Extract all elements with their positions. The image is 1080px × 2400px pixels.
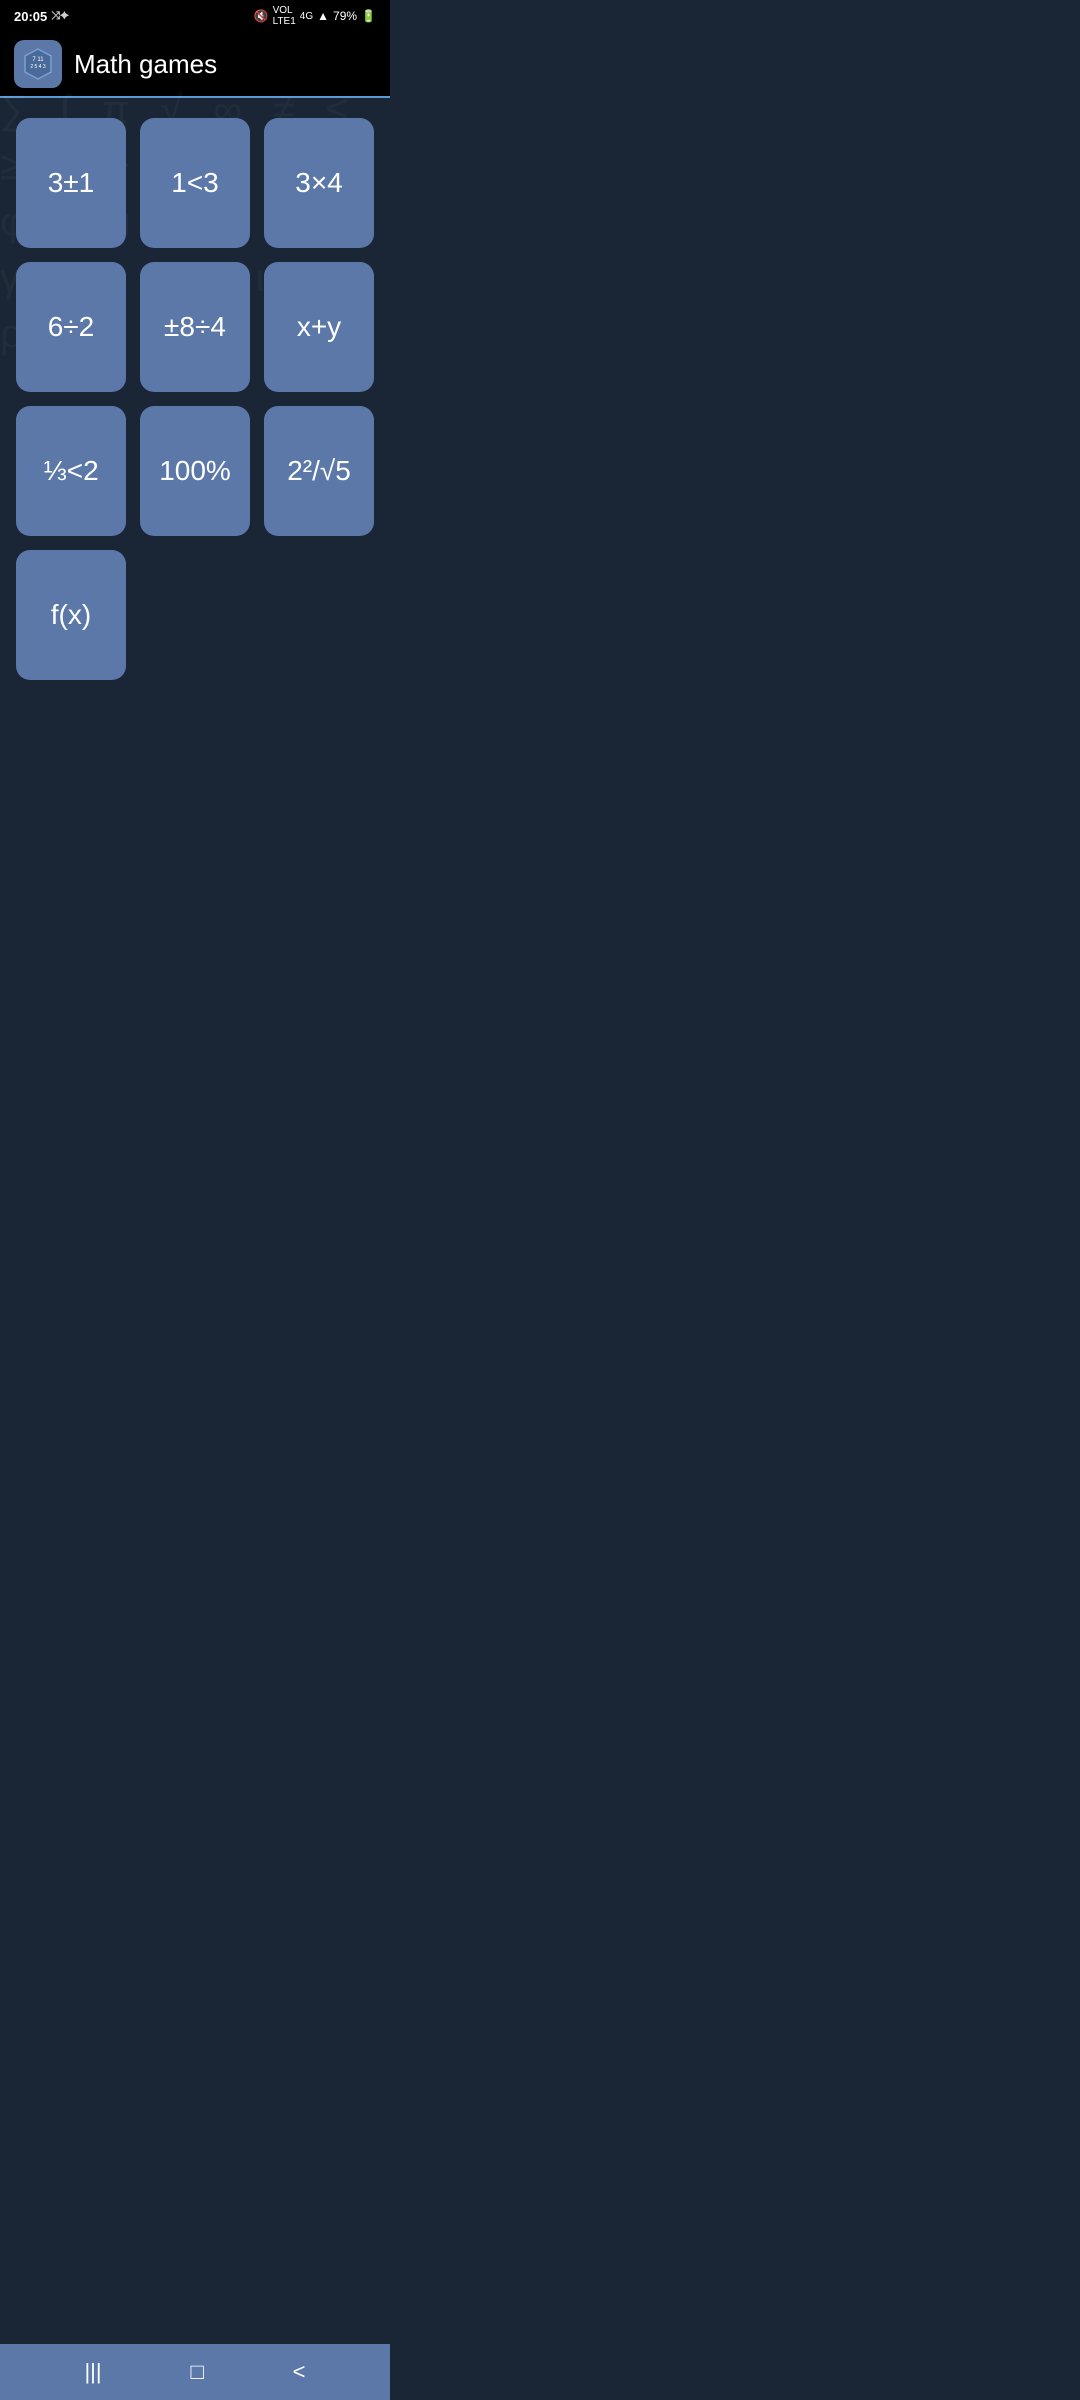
recent-apps-button[interactable]: |||	[64, 2351, 121, 2393]
time-display: 20:05	[14, 9, 47, 24]
signal-icons: ⤨✦	[51, 10, 69, 23]
nav-bar: ||| □ <	[0, 2344, 390, 2400]
status-bar: 20:05 ⤨✦ 🔇 VOLLTE1 4G ▲ 79% 🔋	[0, 0, 390, 32]
game-card-percent[interactable]: 100%	[140, 406, 250, 536]
battery-display: 79%	[333, 9, 357, 23]
game-card-plus-minus[interactable]: 3±1	[16, 118, 126, 248]
game-card-pm-divide[interactable]: ±8÷4	[140, 262, 250, 392]
game-card-function[interactable]: f(x)	[16, 550, 126, 680]
signal-4g: 4G	[300, 11, 313, 22]
svg-text:2 5 4 3: 2 5 4 3	[30, 64, 46, 70]
game-card-fraction[interactable]: ⅓<2	[16, 406, 126, 536]
game-card-divide[interactable]: 6÷2	[16, 262, 126, 392]
svg-text:7 11: 7 11	[32, 57, 44, 63]
game-card-multiply[interactable]: 3×4	[264, 118, 374, 248]
network-text: VOLLTE1	[273, 5, 296, 27]
home-button[interactable]: □	[170, 2351, 223, 2393]
app-bar: 7 11 2 5 4 3 Math games	[0, 32, 390, 98]
back-button[interactable]: <	[273, 2351, 326, 2393]
app-title: Math games	[74, 49, 217, 80]
signal-bars: ▲	[317, 9, 329, 23]
status-time: 20:05 ⤨✦	[14, 9, 69, 24]
games-grid: 3±11<33×4 6÷2±8÷4x+y ⅓<2100%2²/√5 f(x)	[0, 98, 390, 700]
battery-icon: 🔋	[361, 9, 376, 23]
game-card-power-root[interactable]: 2²/√5	[264, 406, 374, 536]
mute-icon: 🔇	[254, 9, 269, 23]
status-right: 🔇 VOLLTE1 4G ▲ 79% 🔋	[254, 5, 376, 27]
game-card-algebra[interactable]: x+y	[264, 262, 374, 392]
game-card-less-than[interactable]: 1<3	[140, 118, 250, 248]
app-icon: 7 11 2 5 4 3	[14, 40, 62, 88]
